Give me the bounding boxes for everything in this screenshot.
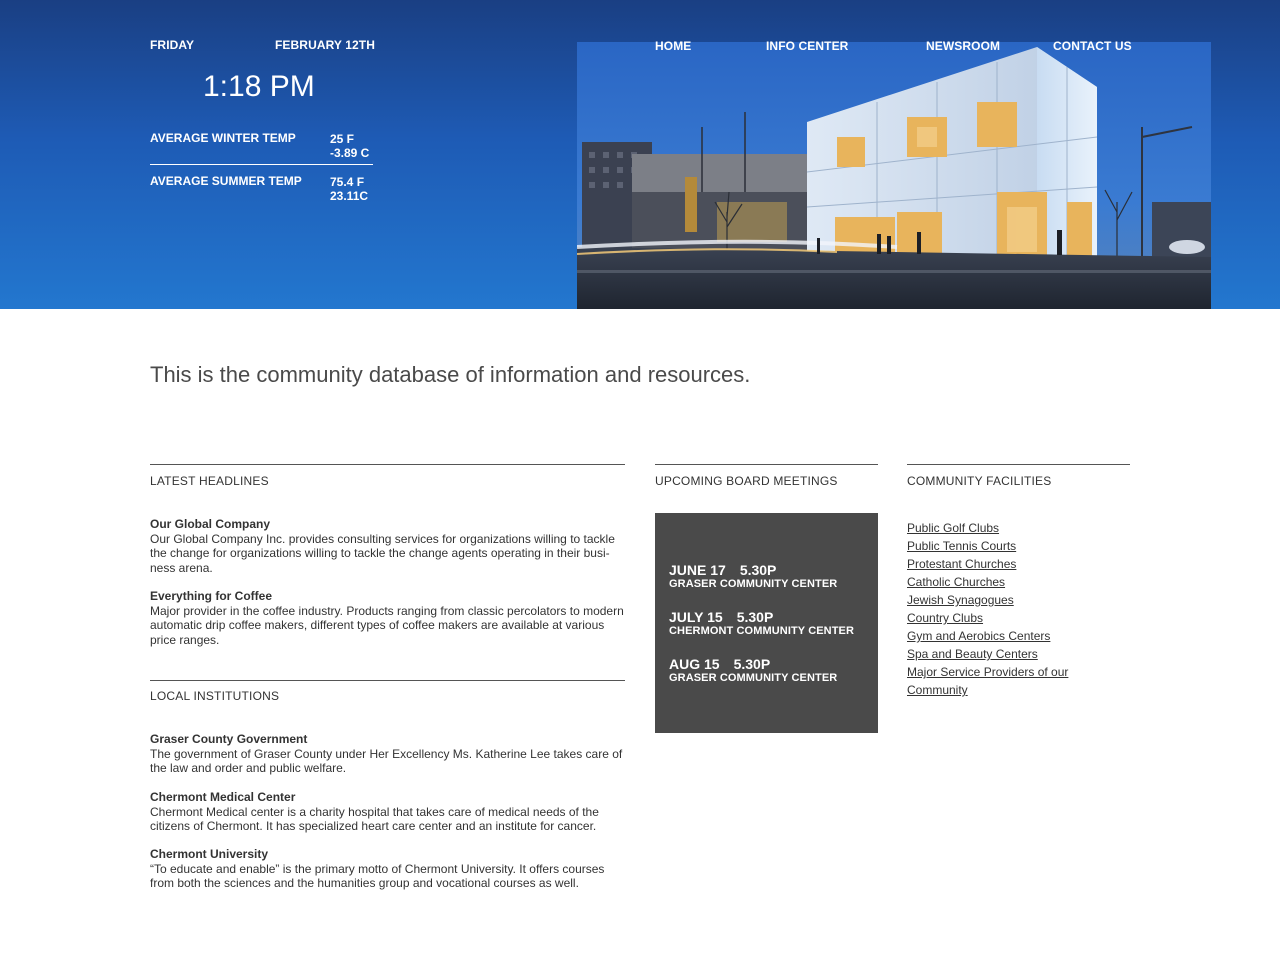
headline-body: Our Global Company Inc. provides consult…: [150, 531, 615, 575]
temp-divider: [150, 164, 373, 165]
facilities-title: COMMUNITY FACILITIES: [907, 474, 1052, 488]
meeting-item: AUG 15 5.30P GRASER COMMUNITY CENTER: [669, 657, 837, 685]
facility-link-gym[interactable]: Gym and Aerobics Centers: [907, 627, 1129, 645]
facility-link-protestant[interactable]: Protestant Churches: [907, 555, 1129, 573]
institution-body: The government of Graser County under He…: [150, 746, 623, 776]
headline-item: Our Global Company Our Global Company In…: [150, 517, 628, 575]
day-label: FRIDAY: [150, 38, 195, 52]
intro-text: This is the community database of inform…: [150, 362, 751, 387]
date-label: FEBRUARY 12TH: [275, 38, 375, 52]
nav-home[interactable]: HOME: [655, 39, 691, 53]
headline-title[interactable]: Our Global Company: [150, 517, 628, 532]
meetings-rule: [655, 464, 878, 465]
summer-temp-values: 75.4 F 23.11C: [330, 175, 368, 203]
meeting-date: AUG 15: [669, 656, 720, 672]
institution-title[interactable]: Chermont University: [150, 847, 628, 862]
headline-title[interactable]: Everything for Coffee: [150, 589, 628, 604]
institutions-rule: [150, 680, 625, 681]
winter-temp-label: AVERAGE WINTER TEMP: [150, 131, 296, 145]
institution-title[interactable]: Graser County Government: [150, 732, 628, 747]
meeting-date-time: AUG 15 5.30P: [669, 657, 837, 672]
clock-time: 1:18 PM: [203, 70, 315, 103]
institution-item: Chermont University “To educate and enab…: [150, 847, 628, 891]
winter-temp-c: -3.89 C: [330, 146, 370, 160]
facility-link-synagogues[interactable]: Jewish Synagogues: [907, 591, 1129, 609]
nav-info-center[interactable]: INFO CENTER: [766, 39, 848, 53]
meeting-date-time: JUNE 17 5.30P: [669, 563, 837, 578]
meetings-title: UPCOMING BOARD MEETINGS: [655, 474, 838, 488]
meeting-date: JULY 15: [669, 609, 723, 625]
summer-temp-label: AVERAGE SUMMER TEMP: [150, 174, 302, 188]
winter-temp-values: 25 F -3.89 C: [330, 132, 369, 160]
summer-temp-c: 23.11C: [330, 189, 369, 203]
facility-link-service-providers[interactable]: Major Service Providers of our Community: [907, 663, 1077, 699]
institution-body: Chermont Medical center is a charity hos…: [150, 804, 599, 834]
nav-newsroom[interactable]: NEWSROOM: [926, 39, 1000, 53]
winter-temp-f: 25 F: [330, 132, 355, 146]
headlines-rule: [150, 464, 625, 465]
headlines-title: LATEST HEADLINES: [150, 474, 269, 488]
institution-item: Chermont Medical Center Chermont Medical…: [150, 790, 628, 834]
facility-link-catholic[interactable]: Catholic Churches: [907, 573, 1129, 591]
meeting-time: 5.30P: [733, 656, 771, 672]
summer-temp-f: 75.4 F: [330, 175, 365, 189]
institutions-title: LOCAL INSTITUTIONS: [150, 689, 280, 703]
meeting-location: CHERMONT COMMUNITY CENTER: [669, 625, 855, 637]
facility-link-country-clubs[interactable]: Country Clubs: [907, 609, 1129, 627]
headline-item: Everything for Coffee Major provider in …: [150, 589, 628, 647]
institution-body: “To educate and enable” is the primary m…: [150, 861, 605, 891]
meeting-item: JUNE 17 5.30P GRASER COMMUNITY CENTER: [669, 563, 837, 591]
institution-item: Graser County Government The government …: [150, 732, 628, 776]
meeting-time: 5.30P: [739, 562, 777, 578]
header-banner: FRIDAY FEBRUARY 12TH 1:18 PM AVERAGE WIN…: [0, 0, 1280, 309]
headline-body: Major provider in the coffee industry. P…: [150, 603, 624, 647]
facilities-rule: [907, 464, 1130, 465]
meeting-date-time: JULY 15 5.30P: [669, 610, 854, 625]
facility-link-tennis[interactable]: Public Tennis Courts: [907, 537, 1129, 555]
facility-link-golf[interactable]: Public Golf Clubs: [907, 519, 1129, 537]
meeting-location: GRASER COMMUNITY CENTER: [669, 578, 838, 590]
nav-contact-us[interactable]: CONTACT US: [1053, 39, 1132, 53]
building-photo: [577, 42, 1211, 309]
meeting-location: GRASER COMMUNITY CENTER: [669, 672, 838, 684]
meeting-time: 5.30P: [736, 609, 774, 625]
facility-link-spa[interactable]: Spa and Beauty Centers: [907, 645, 1129, 663]
meeting-item: JULY 15 5.30P CHERMONT COMMUNITY CENTER: [669, 610, 854, 638]
meeting-date: JUNE 17: [669, 562, 726, 578]
facilities-list: Public Golf Clubs Public Tennis Courts P…: [907, 519, 1129, 699]
institution-title[interactable]: Chermont Medical Center: [150, 790, 628, 805]
meetings-panel: JUNE 17 5.30P GRASER COMMUNITY CENTER JUL…: [655, 513, 878, 733]
